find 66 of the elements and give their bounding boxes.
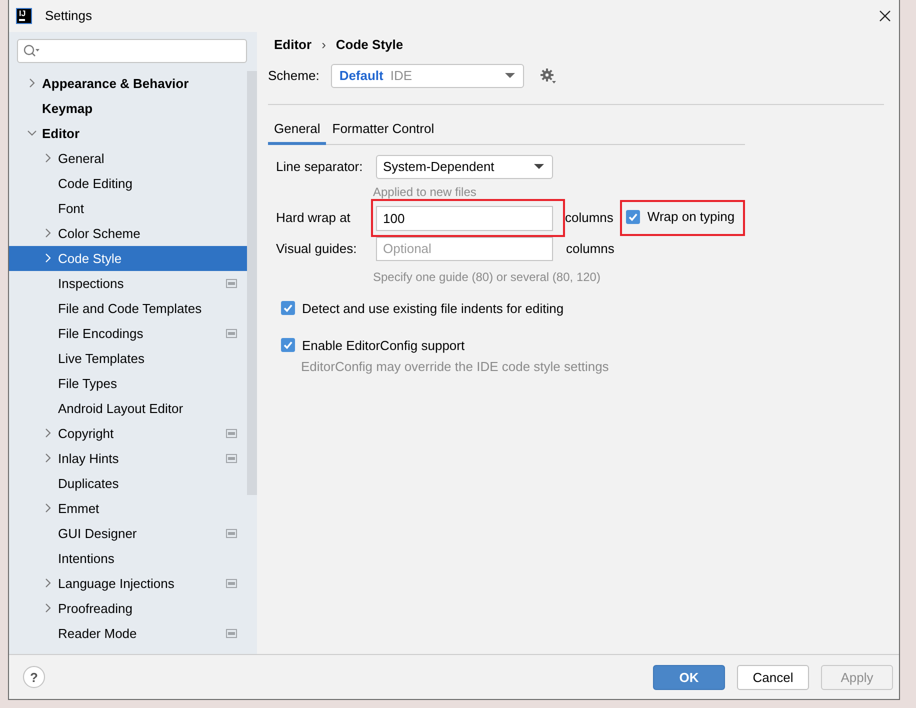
dropdown-arrow-icon [505,72,516,79]
tree-item[interactable]: Language Injections [9,570,247,596]
project-settings-icon [226,454,237,463]
tree-item[interactable]: Reader Mode [9,620,247,646]
project-settings-icon [226,528,237,538]
search-field[interactable] [17,38,247,63]
tree-item[interactable]: File Types [9,370,247,396]
visual-guides-field[interactable]: Optional [376,236,553,261]
unit-label: columns [565,210,614,226]
tree-item[interactable]: Proofreading [9,596,247,621]
checkbox[interactable] [281,338,295,352]
project-settings-icon [226,428,237,438]
field-label: Visual guides: [276,241,358,256]
project-settings-icon [226,328,237,338]
tab[interactable]: General [268,116,326,145]
hint-text: Specify one guide (80) or several (80, 120) [373,270,602,284]
help-button[interactable]: ? [23,666,45,688]
scheme-dropdown[interactable]: Default IDE [331,64,524,88]
dropdown-arrow-icon [534,164,544,170]
tree-item[interactable]: File Encodings [9,320,247,346]
tree-item[interactable]: Live Templates [9,346,247,371]
tree-item[interactable]: Code Editing [9,170,247,196]
scheme-label: Scheme: [268,68,320,84]
tree-item[interactable]: Copyright [9,420,247,446]
tree-item[interactable]: File and Code Templates [9,296,247,321]
app-logo: IJ [16,8,32,24]
line-separator-dropdown[interactable]: System-Dependent [376,154,553,179]
project-settings-icon [226,578,237,588]
hard-wrap-field[interactable]: 100 [376,206,553,231]
tree-item[interactable]: Inspections [9,270,247,296]
field-label: Hard wrap at [276,210,352,226]
project-settings-icon [226,278,237,288]
tree-item[interactable]: Android Layout Editor [9,396,247,421]
checkbox[interactable] [281,301,295,316]
gear-icon[interactable] [540,68,558,84]
checkbox-label: Wrap on typing [647,209,735,224]
window-title: Settings [45,8,92,24]
tree-item[interactable]: Color Scheme [9,220,247,246]
tree-item[interactable]: Intentions [9,546,247,571]
breadcrumb-item: Code Style [336,37,404,52]
tree-item[interactable]: Code Style [9,246,247,271]
hint-text: Applied to new files [373,184,478,199]
hint-text: EditorConfig may override the IDE code style settings [301,358,610,374]
cancel-button[interactable]: Cancel [737,664,809,690]
tab[interactable]: Formatter Control [326,116,440,145]
tree-item[interactable]: General [9,146,247,171]
tree-item[interactable]: GUI Designer [9,520,247,546]
project-settings-icon [226,628,237,638]
ok-button[interactable]: OK [653,664,725,690]
tree-item[interactable]: Duplicates [9,470,247,496]
tree-item[interactable]: Emmet [9,496,247,521]
tree-item[interactable]: Inlay Hints [9,446,247,471]
search-icon [23,44,40,58]
close-icon[interactable] [879,10,891,22]
checkbox-label: Enable EditorConfig support [302,338,465,353]
tree-item[interactable]: Font [9,196,247,221]
tree-item[interactable]: Keymap [9,96,247,121]
unit-label: columns [566,241,614,256]
checkbox-label: Detect and use existing file indents for editing [302,300,564,316]
tree-item[interactable]: Editor [9,120,247,146]
field-label: Line separator: [276,159,364,174]
breadcrumb-item: Editor [274,37,312,52]
scrollbar-thumb[interactable] [247,70,257,495]
checkbox[interactable] [626,210,640,224]
tree-item[interactable]: Appearance & Behavior [9,70,247,96]
breadcrumb-separator: › [322,37,326,52]
